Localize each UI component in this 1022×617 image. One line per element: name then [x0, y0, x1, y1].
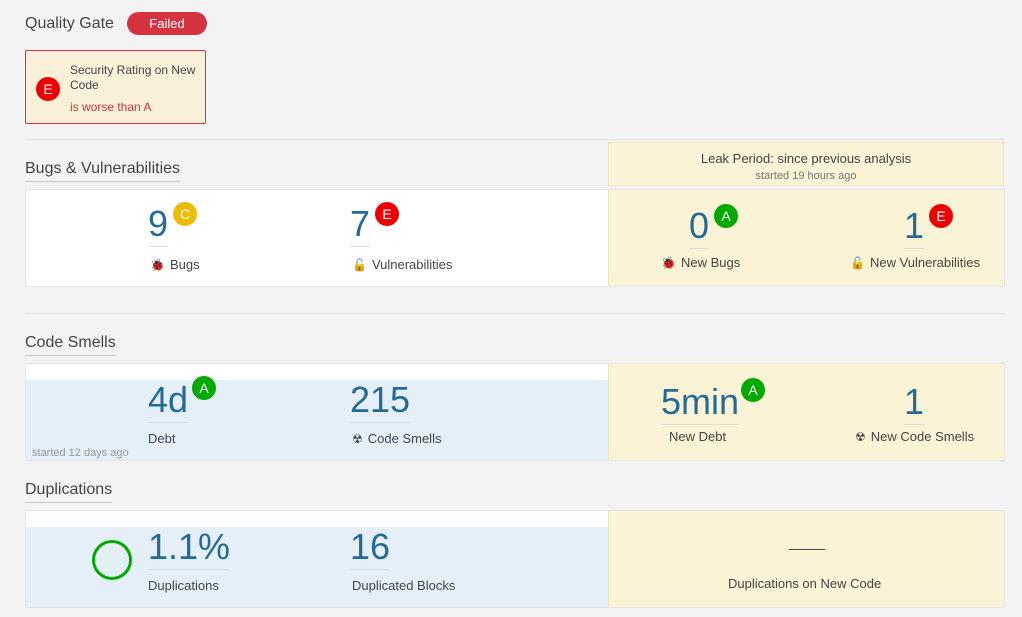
new-debt-label: New Debt — [669, 429, 727, 444]
bug-icon: 🐞 — [150, 258, 165, 272]
debt-label: Debt — [148, 431, 176, 446]
lock-icon: 🔓 — [352, 258, 367, 272]
new-bugs-label: 🐞 New Bugs — [661, 255, 741, 270]
bugs-measure[interactable]: 9 — [148, 204, 169, 247]
debt-measure[interactable]: 4d — [148, 380, 189, 423]
duplications-label: Duplications — [148, 578, 219, 593]
duplications-title[interactable]: Duplications — [25, 481, 113, 503]
duplicated-blocks-label: Duplicated Blocks — [352, 578, 456, 593]
condition-status: is worse than A — [70, 100, 152, 114]
new-debt-value[interactable]: 5min — [661, 382, 740, 425]
duplications-panel: 1.1% Duplications 16 Duplicated Blocks D… — [25, 510, 1005, 608]
bugs-label: 🐞 Bugs — [150, 257, 200, 272]
bugs-rating-badge[interactable]: C — [173, 202, 197, 226]
new-code-smells-value[interactable]: 1 — [904, 382, 925, 425]
new-vulnerabilities-value[interactable]: 1 — [904, 206, 925, 249]
radiation-icon: ☢ — [352, 432, 363, 446]
duplicated-blocks-measure[interactable]: 16 — [350, 527, 391, 570]
new-debt-rating-badge[interactable]: A — [741, 378, 765, 402]
divider — [25, 139, 1005, 140]
bugs-value[interactable]: 9 — [148, 204, 169, 247]
quality-gate-status-badge: Failed — [127, 12, 207, 35]
condition-metric[interactable]: Security Rating on New Code — [70, 63, 202, 93]
leak-column — [608, 511, 1004, 607]
duplications-donut-icon — [92, 540, 132, 580]
new-bugs-rating-badge[interactable]: A — [714, 204, 738, 228]
duplications-value[interactable]: 1.1% — [148, 527, 231, 570]
code-smells-title[interactable]: Code Smells — [25, 334, 116, 356]
new-debt-measure[interactable]: 5min — [661, 382, 740, 425]
leak-period-started: started 19 hours ago — [755, 170, 857, 182]
new-vulnerabilities-label: 🔓 New Vulnerabilities — [850, 255, 981, 270]
duplicated-blocks-value[interactable]: 16 — [350, 527, 391, 570]
new-vulnerabilities-measure[interactable]: 1 — [904, 206, 925, 249]
vulnerabilities-measure[interactable]: 7 — [350, 204, 371, 247]
quality-gate-condition[interactable]: E Security Rating on New Code is worse t… — [25, 50, 206, 124]
code-smells-panel: 4d A Debt 215 ☢ Code Smells started 12 da… — [25, 363, 1005, 461]
leak-start-note: started 12 days ago — [32, 447, 129, 459]
new-code-smells-label: ☢ New Code Smells — [855, 429, 975, 444]
radiation-icon: ☢ — [855, 430, 866, 444]
code-smells-measure[interactable]: 215 — [350, 380, 411, 423]
bugs-vulnerabilities-panel: 9 C 🐞 Bugs 7 E 🔓 Vulnerabilities 0 A 🐞 New … — [25, 189, 1005, 287]
new-duplications-label: Duplications on New Code — [728, 576, 882, 591]
leak-period-title: Leak Period: since previous analysis — [700, 151, 912, 166]
new-duplications-value — [789, 549, 825, 550]
quality-gate-title: Quality Gate — [25, 15, 114, 32]
debt-rating-badge[interactable]: A — [192, 376, 216, 400]
debt-value[interactable]: 4d — [148, 380, 189, 423]
condition-rating-badge: E — [36, 77, 60, 101]
code-smells-value[interactable]: 215 — [350, 380, 411, 423]
bug-icon: 🐞 — [661, 256, 676, 270]
new-bugs-measure[interactable]: 0 — [689, 206, 710, 249]
leak-period-banner: Leak Period: since previous analysis sta… — [608, 142, 1004, 186]
vulnerabilities-rating-badge[interactable]: E — [375, 202, 399, 226]
lock-icon: 🔓 — [850, 256, 865, 270]
duplications-measure[interactable]: 1.1% — [148, 527, 231, 570]
new-code-smells-measure[interactable]: 1 — [904, 382, 925, 425]
new-bugs-value[interactable]: 0 — [689, 206, 710, 249]
bugs-vulnerabilities-title[interactable]: Bugs & Vulnerabilities — [25, 160, 181, 182]
vulnerabilities-label: 🔓 Vulnerabilities — [352, 257, 453, 272]
code-smells-label: ☢ Code Smells — [352, 431, 442, 446]
new-vulnerabilities-rating-badge[interactable]: E — [929, 204, 953, 228]
vulnerabilities-value[interactable]: 7 — [350, 204, 371, 247]
divider — [25, 313, 1005, 314]
